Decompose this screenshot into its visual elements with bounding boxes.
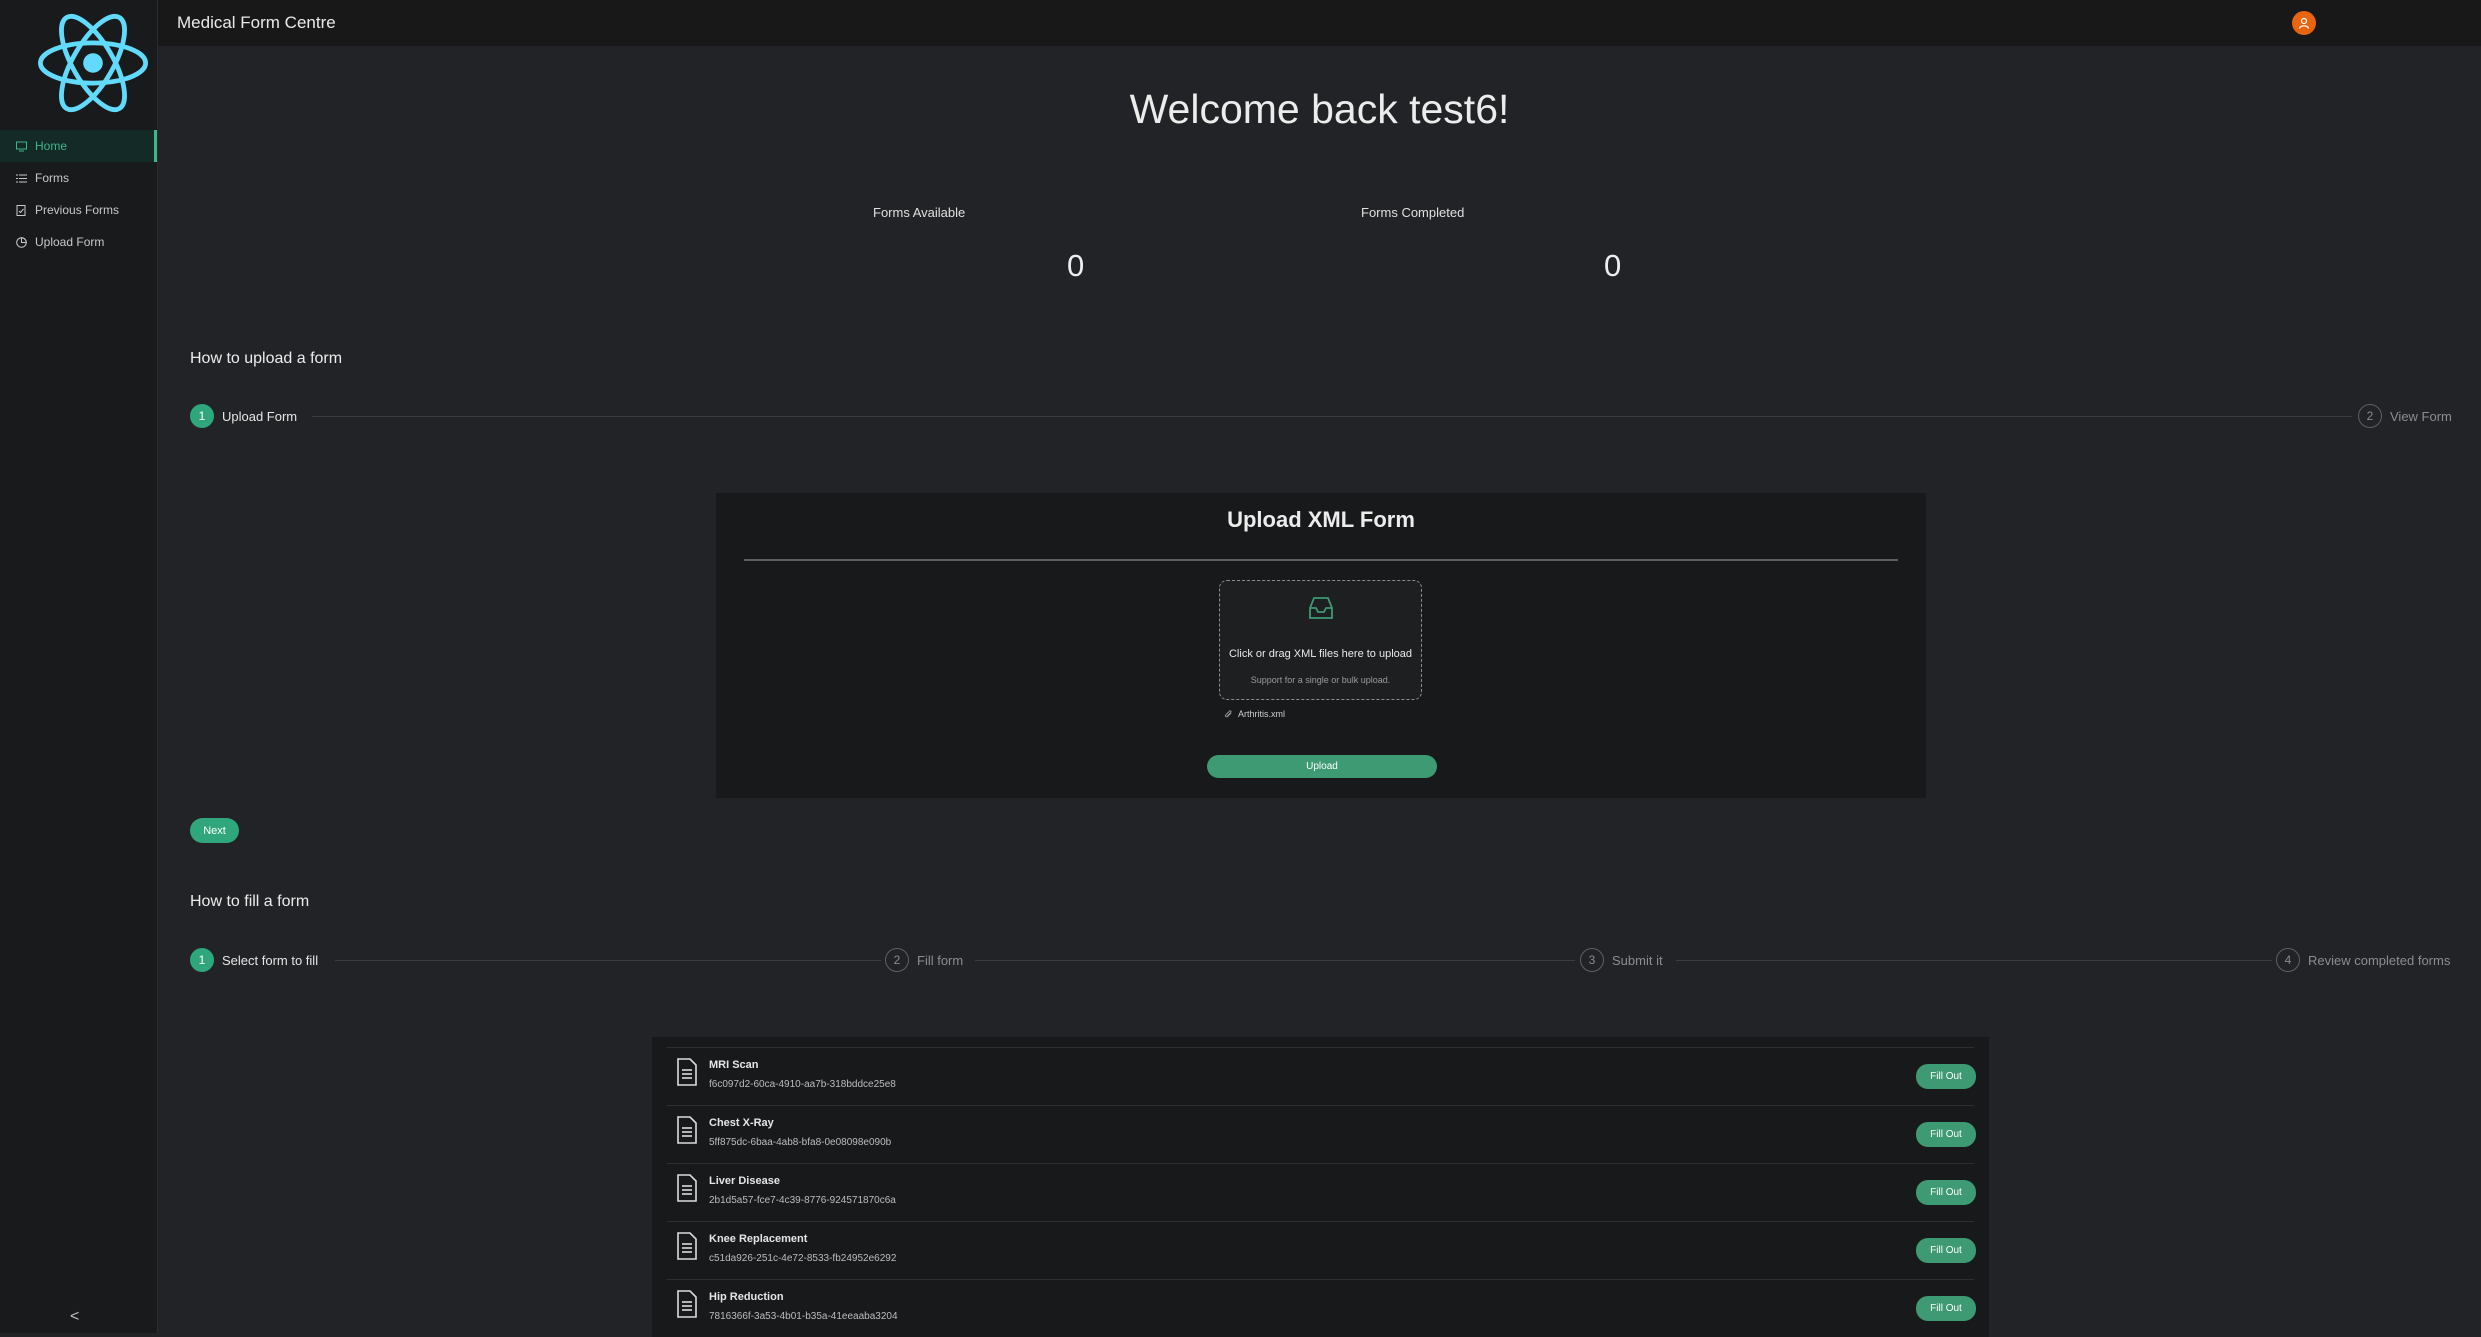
upload-button[interactable]: Upload <box>1207 755 1437 778</box>
fill-out-button[interactable]: Fill Out <box>1916 1296 1976 1321</box>
sidebar-item-label: Upload Form <box>35 235 105 249</box>
form-name: Chest X-Ray <box>709 1117 774 1129</box>
file-done-icon <box>16 204 27 216</box>
divider <box>744 559 1898 561</box>
form-name: MRI Scan <box>709 1059 759 1071</box>
step-connector <box>1676 960 2272 961</box>
list-item: Knee Replacement c51da926-251c-4e72-8533… <box>667 1221 1976 1279</box>
sidebar-item-label: Forms <box>35 171 69 185</box>
upload-step-1: 1 Upload Form <box>190 404 297 428</box>
sidebar-item-previous-forms[interactable]: Previous Forms <box>0 194 157 226</box>
fill-step-2: 2 Fill form <box>885 948 963 972</box>
dropzone-text: Click or drag XML files here to upload <box>1228 648 1412 660</box>
step-label: Fill form <box>917 952 964 968</box>
pie-chart-icon <box>16 236 27 248</box>
forms-list: MRI Scan f6c097d2-60ca-4910-aa7b-318bddc… <box>652 1037 1989 1337</box>
form-name: Liver Disease <box>709 1175 780 1187</box>
step-number: 2 <box>885 948 909 972</box>
step-number: 1 <box>190 404 214 428</box>
fill-step-1: 1 Select form to fill <box>190 948 318 972</box>
paperclip-icon <box>1225 709 1232 717</box>
list-item: MRI Scan f6c097d2-60ca-4910-aa7b-318bddc… <box>667 1047 1976 1105</box>
stat-forms-completed-title: Forms Completed <box>1361 205 1465 220</box>
step-number: 1 <box>190 948 214 972</box>
user-avatar[interactable] <box>2292 11 2316 35</box>
collapse-sidebar-button[interactable]: < <box>70 1308 79 1326</box>
form-name: Hip Reduction <box>709 1291 784 1303</box>
step-number: 4 <box>2276 948 2300 972</box>
file-text-icon <box>677 1116 697 1144</box>
list-item: Hip Reduction 7816366f-3a53-4b01-b35a-41… <box>667 1279 1976 1337</box>
upload-card: Upload XML Form Click or drag XML files … <box>716 493 1926 798</box>
form-id: 5ff875dc-6baa-4ab8-bfa8-0e08098e090b <box>709 1137 892 1148</box>
sidebar-item-home[interactable]: Home <box>0 130 157 162</box>
sidebar-item-upload-form[interactable]: Upload Form <box>0 226 157 258</box>
step-label: Review completed forms <box>2308 952 2451 968</box>
stat-forms-completed-value: 0 <box>1604 248 1622 283</box>
top-bar: Medical Form Centre <box>158 0 2481 46</box>
step-label: Submit it <box>1612 952 1663 968</box>
fill-out-button[interactable]: Fill Out <box>1916 1064 1976 1089</box>
stat-forms-available-title: Forms Available <box>873 205 966 220</box>
form-id: 7816366f-3a53-4b01-b35a-41eeaaba3204 <box>709 1311 898 1322</box>
form-name: Knee Replacement <box>709 1233 808 1245</box>
upload-card-title: Upload XML Form <box>1227 507 1415 532</box>
file-text-icon <box>677 1058 697 1086</box>
list-item: Chest X-Ray 5ff875dc-6baa-4ab8-bfa8-0e08… <box>667 1105 1976 1163</box>
step-connector <box>312 416 2352 417</box>
welcome-heading: Welcome back test6! <box>1129 86 1510 132</box>
step-number: 2 <box>2358 404 2382 428</box>
stat-forms-available-value: 0 <box>1067 248 1085 283</box>
file-text-icon <box>677 1174 697 1202</box>
form-id: 2b1d5a57-fce7-4c39-8776-924571870c6a <box>709 1195 896 1206</box>
upload-section-title: How to upload a form <box>190 350 343 367</box>
app-title: Medical Form Centre <box>177 13 336 32</box>
step-connector <box>335 960 881 961</box>
sidebar-item-label: Previous Forms <box>35 203 120 217</box>
step-number: 3 <box>1580 948 1604 972</box>
file-name: Arthritis.xml <box>1238 709 1285 719</box>
fill-section-title: How to fill a form <box>190 893 310 910</box>
sidebar-item-forms[interactable]: Forms <box>0 162 157 194</box>
fill-out-button[interactable]: Fill Out <box>1916 1180 1976 1205</box>
file-dropzone[interactable]: Click or drag XML files here to upload S… <box>1219 580 1422 700</box>
uploaded-file-item[interactable]: Arthritis.xml <box>1224 709 1285 719</box>
fill-step-4: 4 Review completed forms <box>2276 948 2450 972</box>
form-id: f6c097d2-60ca-4910-aa7b-318bddce25e8 <box>709 1079 896 1090</box>
upload-step-2: 2 View Form <box>2358 404 2452 428</box>
next-button[interactable]: Next <box>190 818 239 843</box>
list-item: Liver Disease 2b1d5a57-fce7-4c39-8776-92… <box>667 1163 1976 1221</box>
list-icon <box>16 173 27 184</box>
step-label: Select form to fill <box>222 952 319 968</box>
step-label: Upload Form <box>222 408 298 424</box>
user-icon <box>2298 17 2310 29</box>
file-text-icon <box>677 1232 697 1260</box>
step-label: View Form <box>2390 408 2452 424</box>
desktop-icon <box>16 141 27 152</box>
step-connector <box>975 960 1575 961</box>
sidebar: Home Forms Previous Forms Upload Form < <box>0 0 158 1333</box>
fill-step-3: 3 Submit it <box>1580 948 1663 972</box>
form-id: c51da926-251c-4e72-8533-fb24952e6292 <box>709 1253 897 1264</box>
sidebar-item-label: Home <box>35 139 68 153</box>
fill-out-button[interactable]: Fill Out <box>1916 1122 1976 1147</box>
inbox-icon <box>1309 597 1333 619</box>
dropzone-hint: Support for a single or bulk upload. <box>1250 675 1391 685</box>
file-text-icon <box>677 1290 697 1318</box>
fill-out-button[interactable]: Fill Out <box>1916 1238 1976 1263</box>
